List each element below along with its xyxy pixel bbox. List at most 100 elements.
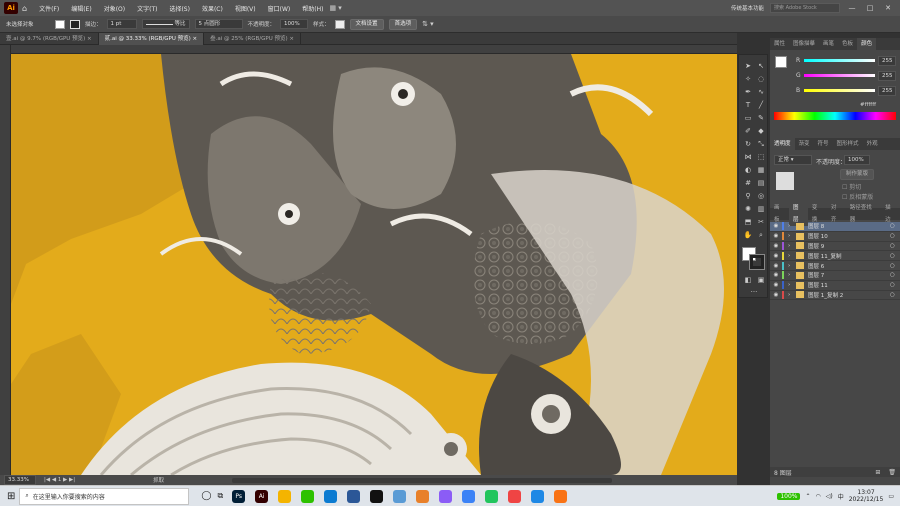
lasso-tool-icon[interactable]: ◌ [755, 74, 767, 85]
taskbar-app-app12-icon[interactable] [485, 489, 499, 503]
color-fill-preview[interactable] [775, 56, 787, 68]
visibility-eye-icon[interactable]: ◉ [770, 292, 782, 298]
mesh-tool-icon[interactable]: # [742, 178, 754, 189]
minimize-button[interactable]: — [846, 4, 858, 12]
blend-mode-select[interactable]: 正常 ▾ [774, 155, 812, 165]
color-slider-g[interactable]: G 255 [796, 70, 896, 81]
mask-thumbnail[interactable] [776, 172, 794, 190]
slice-tool-icon[interactable]: ✂ [755, 217, 767, 228]
layer-row[interactable]: ◉ › 图层 6 ○ [770, 261, 900, 271]
network-icon[interactable]: ◠ [816, 493, 821, 500]
menu-edit[interactable]: 编辑(E) [65, 4, 97, 13]
target-circle-icon[interactable]: ○ [890, 282, 900, 288]
horizontal-ruler[interactable] [11, 45, 737, 54]
taskbar-app-wechat-icon[interactable] [301, 489, 315, 503]
make-mask-button[interactable]: 制作蒙版 [840, 169, 875, 180]
arrange-icon[interactable]: ⇅ ▾ [422, 20, 434, 28]
menu-window[interactable]: 窗口(W) [262, 4, 297, 13]
expand-chevron-icon[interactable]: › [788, 292, 796, 298]
expand-chevron-icon[interactable]: › [788, 243, 796, 249]
artboard-canvas[interactable] [11, 54, 737, 475]
taskbar-app-app9-icon[interactable] [416, 489, 430, 503]
graph-tool-icon[interactable]: ▥ [755, 204, 767, 215]
target-circle-icon[interactable]: ○ [890, 253, 900, 259]
shape-builder-tool-icon[interactable]: ◐ [742, 165, 754, 176]
screen-mode-icon[interactable]: ▣ [755, 275, 767, 286]
menu-select[interactable]: 选择(S) [163, 4, 196, 13]
expand-chevron-icon[interactable]: › [788, 223, 796, 229]
taskbar-app-edge-icon[interactable] [324, 489, 338, 503]
tab-swatches[interactable]: 色板 [838, 38, 857, 50]
rotate-tool-icon[interactable]: ↻ [742, 139, 754, 150]
stroke-swatch[interactable] [70, 19, 80, 29]
target-circle-icon[interactable]: ○ [890, 233, 900, 239]
target-circle-icon[interactable]: ○ [890, 272, 900, 278]
direct-selection-tool-icon[interactable]: ↖ [755, 61, 767, 72]
opacity-field[interactable]: 100% [280, 19, 309, 29]
layer-row[interactable]: ◉ › 图层 11_复制 ○ [770, 251, 900, 262]
menu-help[interactable]: 帮助(H) [296, 4, 329, 13]
style-swatch[interactable] [334, 19, 345, 29]
clock[interactable]: 13:07 2022/12/15 [849, 489, 884, 503]
taskbar-app-app11-icon[interactable] [462, 489, 476, 503]
preferences-button[interactable]: 首选项 [388, 18, 418, 30]
new-layer-icon[interactable]: ⊞ [875, 469, 880, 476]
layer-name[interactable]: 图层 7 [808, 271, 890, 279]
target-circle-icon[interactable]: ○ [890, 292, 900, 298]
width-tool-icon[interactable]: ⋈ [742, 152, 754, 163]
current-tool-status[interactable]: 抓取 [153, 476, 164, 484]
menu-type[interactable]: 文字(T) [131, 4, 163, 13]
layer-name[interactable]: 图层 6 [808, 262, 890, 270]
workspace-switcher[interactable]: 传统基本功能 [731, 4, 764, 12]
layout-icon[interactable]: ▦ ▾ [329, 4, 341, 12]
hex-field[interactable]: #ffffff [860, 102, 876, 108]
visibility-eye-icon[interactable]: ◉ [770, 243, 782, 249]
rectangle-tool-icon[interactable]: ▭ [742, 113, 754, 124]
windows-start-icon[interactable]: ⊞ [7, 491, 15, 502]
close-button[interactable]: ✕ [882, 4, 894, 12]
layer-row[interactable]: ◉ › 图层 11 ○ [770, 281, 900, 291]
visibility-eye-icon[interactable]: ◉ [770, 253, 782, 259]
layer-row[interactable]: ◉ › 图层 7 ○ [770, 271, 900, 281]
expand-chevron-icon[interactable]: › [788, 272, 796, 278]
taskbar-app-app15-icon[interactable] [554, 489, 568, 503]
taskbar-app-app14-icon[interactable] [531, 489, 545, 503]
taskbar-app-app13-icon[interactable] [508, 489, 522, 503]
transparency-opacity-field[interactable]: 100% [844, 155, 870, 165]
type-tool-icon[interactable]: T [742, 100, 754, 111]
ime-icon[interactable]: 中 [838, 492, 844, 501]
color-slider-r[interactable]: R 255 [796, 55, 896, 66]
zoom-tool-icon[interactable]: ⌕ [755, 230, 767, 241]
taskbar-search-input[interactable]: ⌕ 在这里输入你要搜索的内容 [19, 487, 190, 505]
tab-document-3[interactable]: 叁.ai @ 25% (RGB/GPU 预览) × [204, 33, 301, 45]
color-spectrum[interactable] [774, 112, 896, 120]
target-circle-icon[interactable]: ○ [890, 243, 900, 249]
visibility-eye-icon[interactable]: ◉ [770, 263, 782, 269]
document-setup-button[interactable]: 文档设置 [349, 18, 384, 30]
invert-mask-checkbox[interactable]: ☐ 反相蒙版 [842, 192, 873, 201]
selection-tool-icon[interactable]: ➤ [742, 61, 754, 72]
pen-tool-icon[interactable]: ✒ [742, 87, 754, 98]
free-transform-tool-icon[interactable]: ⬚ [755, 152, 767, 163]
paintbrush-tool-icon[interactable]: ✎ [755, 113, 767, 124]
visibility-eye-icon[interactable]: ◉ [770, 223, 782, 229]
taskbar-app-ps-icon[interactable]: Ps [232, 489, 246, 503]
target-circle-icon[interactable]: ○ [890, 263, 900, 269]
tab-brushes[interactable]: 画笔 [819, 38, 838, 50]
taskbar-app-qq-icon[interactable] [370, 489, 384, 503]
brush-definition[interactable]: 5 点圆形 [194, 19, 243, 29]
taskbar-app-photos-icon[interactable] [347, 489, 361, 503]
hand-tool-icon[interactable]: ✋ [742, 230, 754, 241]
layer-name[interactable]: 图层 11_复制 [808, 252, 890, 260]
taskbar-app-app8-icon[interactable] [393, 489, 407, 503]
tab-graphic-styles[interactable]: 图形样式 [833, 138, 863, 150]
tab-color[interactable]: 颜色 [857, 38, 877, 50]
tab-gradient[interactable]: 渐变 [795, 138, 814, 150]
delete-layer-icon[interactable]: 🗑 [888, 469, 896, 476]
expand-chevron-icon[interactable]: › [788, 263, 796, 269]
more-tools-icon[interactable]: ··· [748, 287, 760, 298]
layer-row[interactable]: ◉ › 图层 8 ○ [770, 222, 900, 232]
menu-view[interactable]: 视图(V) [229, 4, 262, 13]
tray-chevron-icon[interactable]: ⌃ [805, 493, 810, 500]
perspective-grid-tool-icon[interactable]: ▦ [755, 165, 767, 176]
